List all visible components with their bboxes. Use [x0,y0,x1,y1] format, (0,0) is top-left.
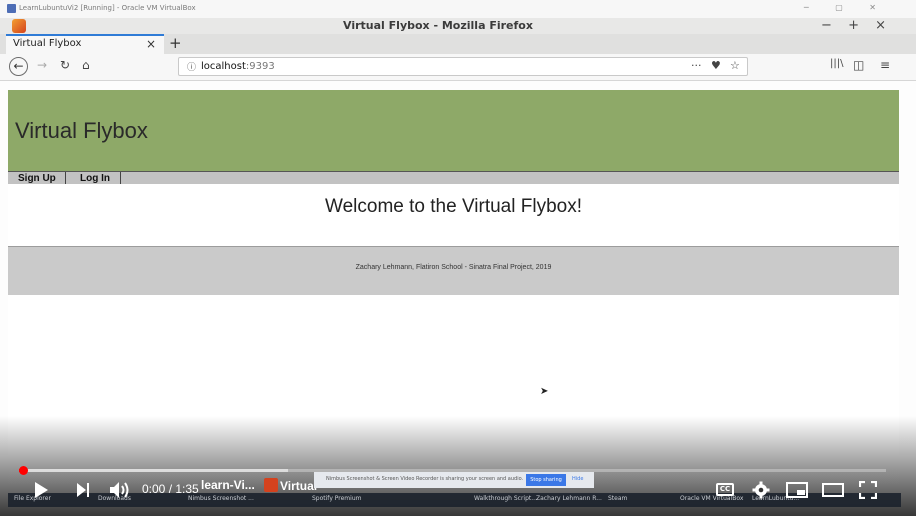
menu-divider [65,172,66,184]
forward-icon[interactable]: → [37,58,47,72]
virtualbox-title: LearnLubuntuVi2 [Running] - Oracle VM Vi… [19,4,196,12]
reload-icon[interactable]: ↻ [60,58,70,72]
tab-virtual-flybox[interactable]: Virtual Flybox × [6,34,164,54]
virtualbox-title-bar: LearnLubuntuVi2 [Running] - Oracle VM Vi… [0,0,916,18]
virtualbox-icon [7,4,16,13]
menu-divider [120,172,121,184]
taskbar-item-large[interactable]: Virtual [280,479,317,493]
site-footer: Zachary Lehmann, Flatiron School - Sinat… [8,246,899,295]
mouse-cursor-icon: ➤ [540,386,549,397]
volume-icon[interactable] [109,481,131,499]
progress-bar[interactable] [19,466,886,475]
pocket-icon[interactable]: ♥ [711,59,721,72]
navigation-toolbar: ← → ↻ ⌂ ⓘ localhost:9393 ··· ♥ ☆ |||\ ◫ … [0,54,916,81]
log-in-link[interactable]: Log In [80,172,110,185]
play-icon[interactable] [35,482,48,498]
url-text[interactable]: localhost:9393 [201,61,275,72]
scrubber-handle[interactable] [19,466,28,475]
site-info-icon[interactable]: ⓘ [187,60,196,73]
next-icon[interactable] [77,483,91,497]
firefox-taskbar-icon [264,478,278,492]
hide-button[interactable]: Hide [572,476,583,482]
taskbar-item[interactable]: Walkthrough Script... [474,495,537,502]
taskbar-item[interactable]: Spotify Premium [312,495,361,502]
stop-sharing-button[interactable]: Stop sharing [526,474,566,486]
share-message: Nimbus Screenshot & Screen Video Recorde… [326,476,524,482]
theater-mode-icon[interactable] [822,483,844,497]
captions-icon[interactable]: CC [716,483,734,496]
buffered-bar [19,469,288,472]
next-icon-triangle [77,483,86,497]
site-menu: Sign Up Log In [8,171,899,184]
fullscreen-icon[interactable] [859,481,877,499]
url-host: localhost [201,61,246,72]
tab-strip: Virtual Flybox × + [0,34,916,54]
menu-icon[interactable]: ≡ [880,58,890,72]
close-tab-icon[interactable]: × [146,37,156,51]
taskbar-item[interactable]: Oracle VM VirtualBox [680,495,743,502]
welcome-heading: Welcome to the Virtual Flybox! [325,196,582,217]
firefox-title-bar: Virtual Flybox - Mozilla Firefox − + × [0,18,916,34]
video-frame[interactable]: LearnLubuntuVi2 [Running] - Oracle VM Vi… [0,0,916,516]
virtualbox-window-controls[interactable]: ─ ▢ ✕ [804,3,888,12]
page-actions-icon[interactable]: ··· [691,59,702,72]
settings-gear-icon[interactable] [752,481,770,499]
window-controls[interactable]: − + × [821,18,892,34]
site-banner: Virtual Flybox [8,90,899,171]
screen-share-notice: Nimbus Screenshot & Screen Video Recorde… [314,472,594,488]
tab-label: Virtual Flybox [13,38,82,49]
home-icon[interactable]: ⌂ [82,58,90,72]
footer-text: Zachary Lehmann, Flatiron School - Sinat… [355,264,552,271]
next-icon-bar [87,483,89,497]
back-icon[interactable]: ← [9,57,28,76]
url-port: :9393 [245,61,275,72]
library-icon[interactable]: |||\ [830,58,843,69]
new-tab-button[interactable]: + [169,34,182,53]
miniplayer-icon[interactable] [786,482,808,498]
taskbar-item[interactable]: Steam [608,495,627,502]
sidebar-icon[interactable]: ◫ [853,58,864,72]
sign-up-link[interactable]: Sign Up [18,172,56,185]
time-display: 0:00 / 1:35 [142,482,199,496]
taskbar-item[interactable]: Nimbus Screenshot ... [188,495,254,502]
taskbar-item-large[interactable]: learn-Vi... [201,478,255,492]
window-title: Virtual Flybox - Mozilla Firefox [343,19,533,32]
url-bar[interactable]: ⓘ localhost:9393 ··· ♥ ☆ [178,57,748,76]
site-title: Virtual Flybox [15,118,148,143]
taskbar-item[interactable]: Zachary Lehmann R... [536,495,602,502]
bookmark-star-icon[interactable]: ☆ [730,59,740,72]
